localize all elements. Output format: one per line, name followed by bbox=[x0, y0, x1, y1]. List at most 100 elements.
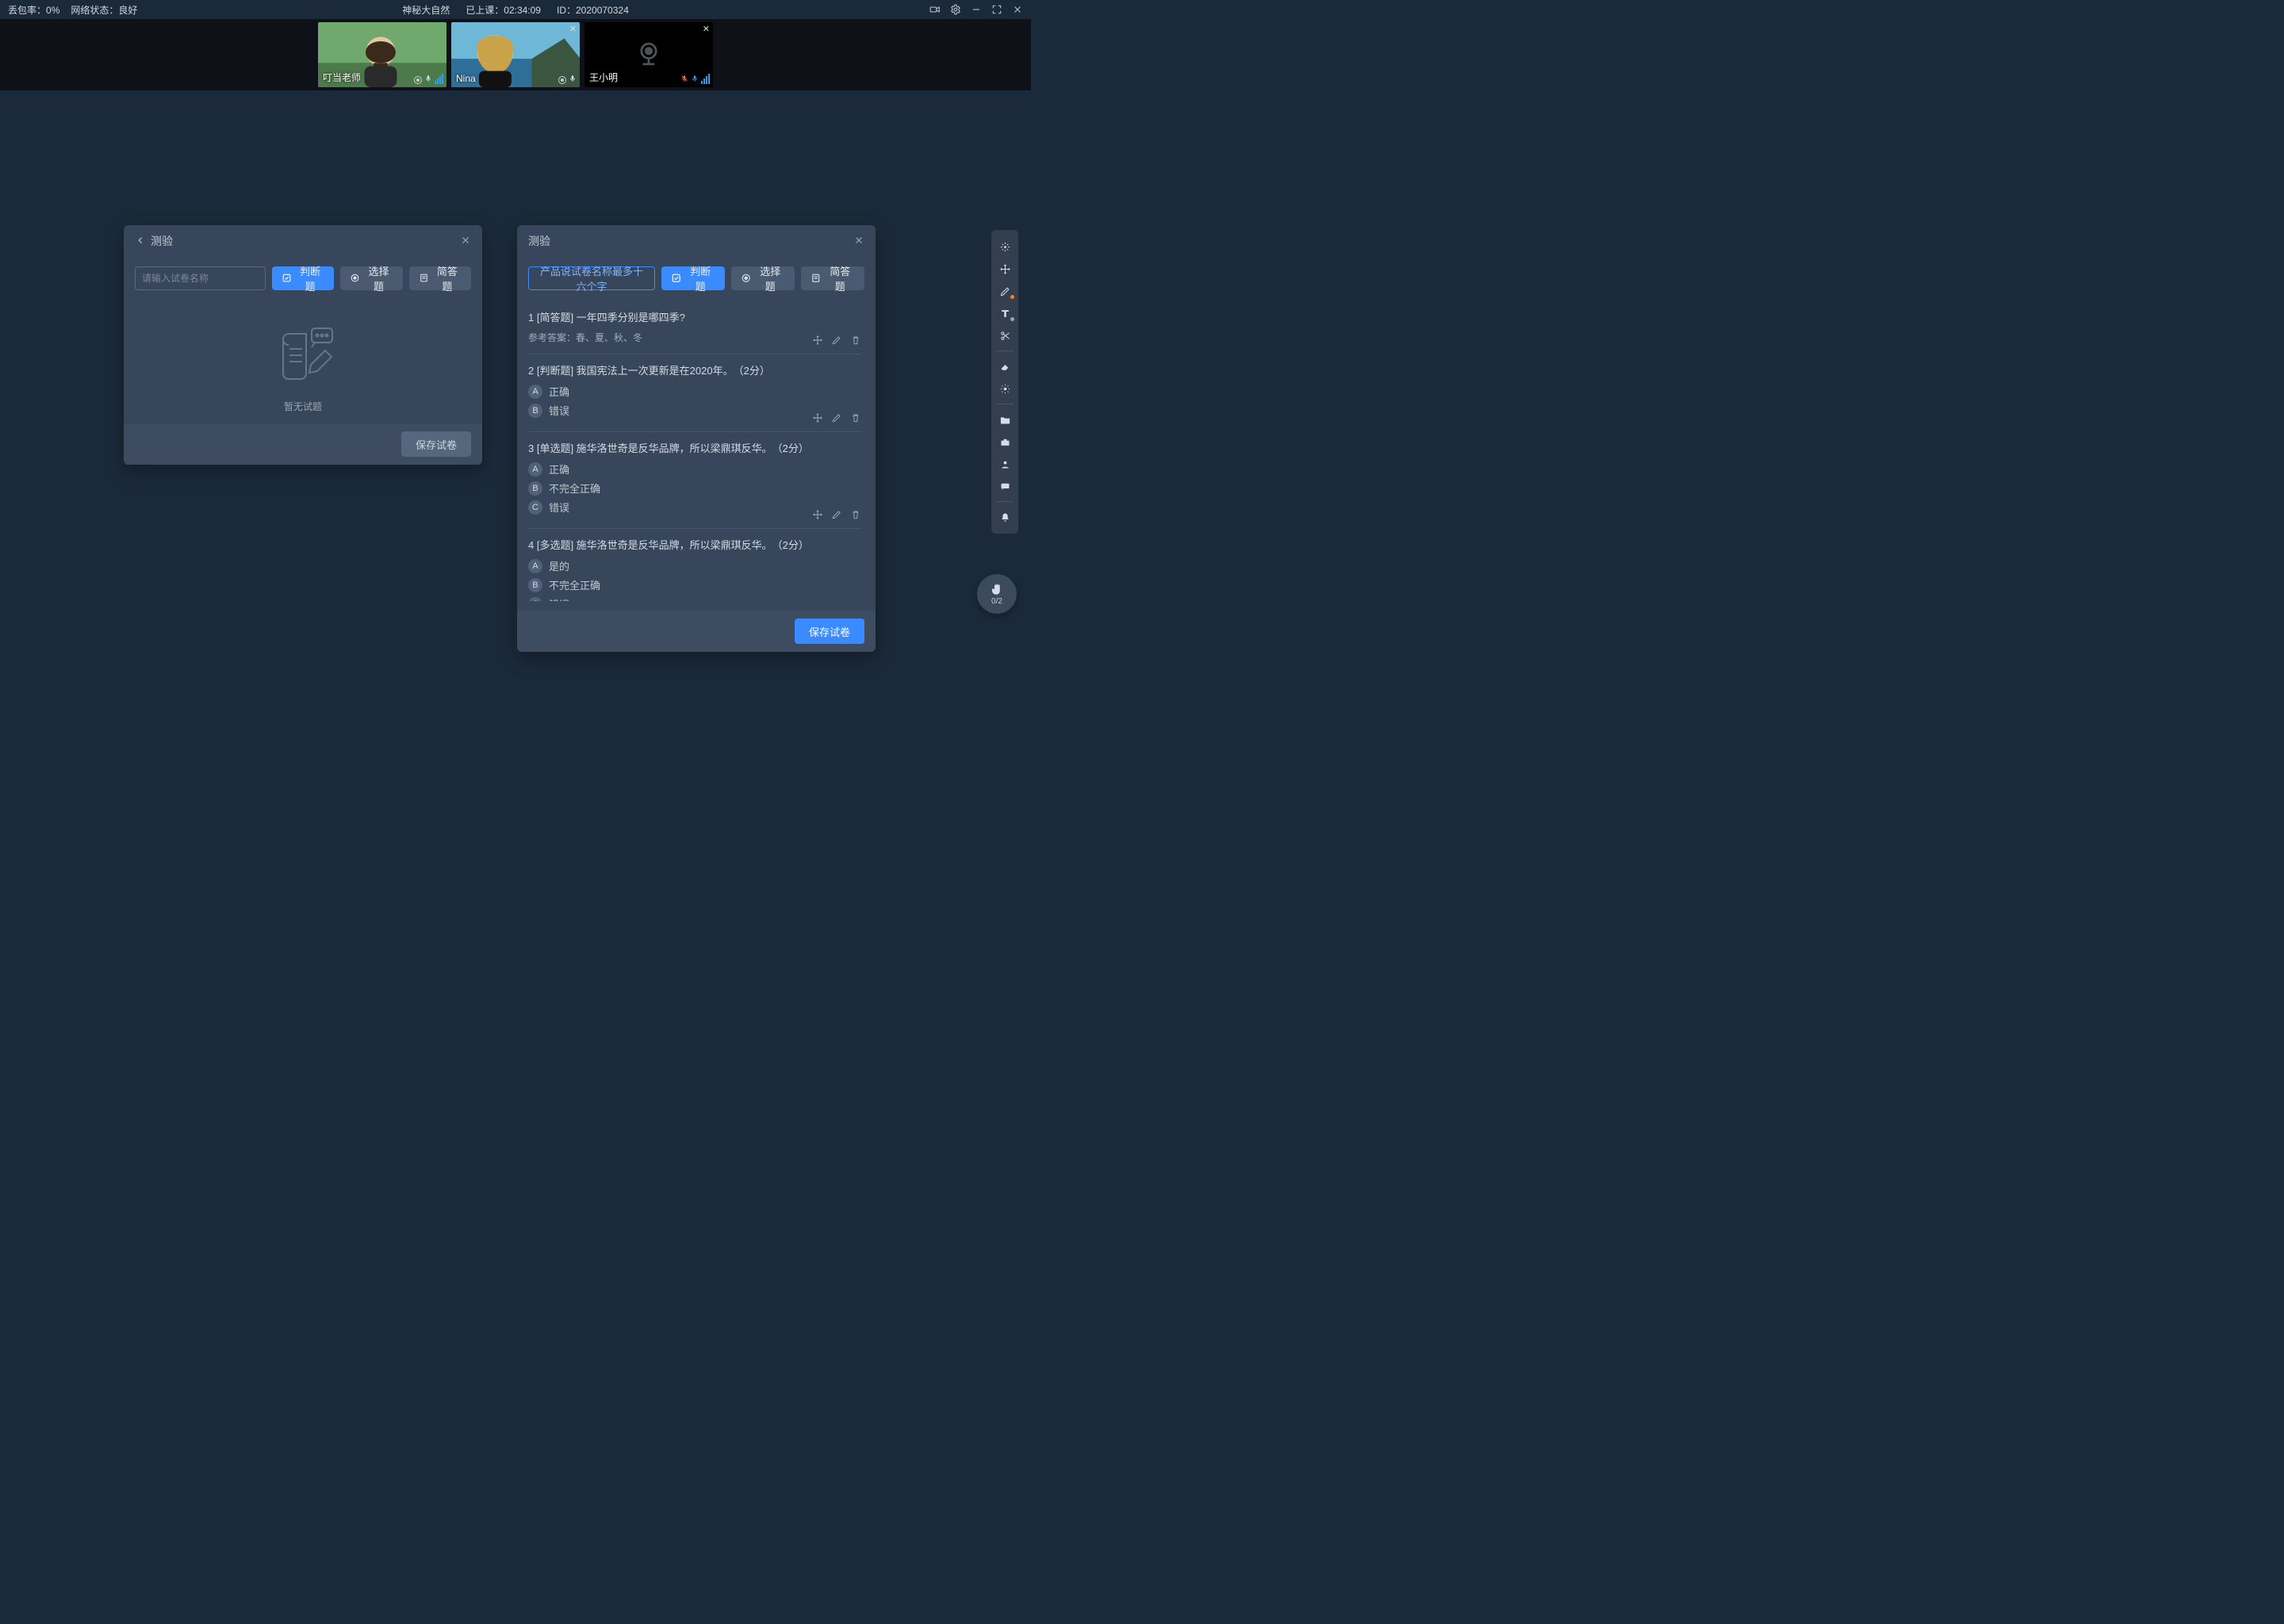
choice-icon bbox=[741, 273, 751, 284]
option-badge: A bbox=[528, 385, 542, 399]
question-tools bbox=[812, 412, 861, 423]
bell-icon[interactable] bbox=[993, 507, 1017, 527]
add-short-answer-button[interactable]: 简答题 bbox=[801, 266, 864, 290]
course-name: 神秘大自然 bbox=[402, 3, 450, 17]
fullscreen-icon[interactable] bbox=[991, 4, 1002, 15]
empty-state: 暂无试题 bbox=[135, 301, 471, 421]
question-item: 1 [简答题] 一年四季分别是哪四季? 参考答案：春、夏、秋、冬 bbox=[528, 301, 861, 354]
add-judge-button[interactable]: 判断题 bbox=[272, 266, 334, 290]
laser-tool-icon[interactable] bbox=[993, 378, 1017, 399]
question-option[interactable]: A正确 bbox=[528, 384, 861, 399]
elapsed-time: 已上课：02:34:09 bbox=[466, 3, 541, 17]
tile-close-icon[interactable]: ✕ bbox=[703, 24, 710, 34]
network-status: 网络状态：良好 bbox=[71, 3, 137, 17]
quiz-name-input[interactable] bbox=[135, 266, 266, 290]
choice-icon bbox=[350, 273, 360, 284]
chat-icon[interactable] bbox=[993, 476, 1017, 496]
add-choice-button[interactable]: 选择题 bbox=[340, 266, 402, 290]
minimize-icon[interactable] bbox=[971, 4, 982, 15]
edit-question-icon[interactable] bbox=[831, 335, 842, 346]
empty-text: 暂无试题 bbox=[284, 400, 322, 413]
participant-tile[interactable]: ✕ Nina bbox=[451, 22, 580, 87]
delete-question-icon[interactable] bbox=[850, 335, 861, 346]
question-title: 3 [单选题] 施华洛世奇是反华品牌，所以梁鼎琪反华。 （2分） bbox=[528, 440, 861, 455]
add-choice-button[interactable]: 选择题 bbox=[731, 266, 795, 290]
question-tools bbox=[812, 509, 861, 520]
mic-icon bbox=[691, 73, 699, 84]
participant-tile[interactable]: ✕ 王小明 bbox=[584, 22, 713, 87]
user-icon[interactable] bbox=[993, 454, 1017, 474]
judge-icon bbox=[671, 273, 681, 284]
tool-sidebar bbox=[991, 230, 1018, 534]
toolbox-icon[interactable] bbox=[993, 431, 1017, 452]
question-title: 1 [简答题] 一年四季分别是哪四季? bbox=[528, 309, 861, 324]
settings-icon[interactable] bbox=[950, 4, 961, 15]
quiz-panel-filled: 测验 产品说试卷名称最多十六个字 判断题 选择题 简答题 1 [简答题] 一年四… bbox=[517, 225, 876, 652]
question-item: 2 [判断题] 我国宪法上一次更新是在2020年。 （2分） A正确 B错误 bbox=[528, 354, 861, 432]
option-badge: C bbox=[528, 597, 542, 602]
question-item: 4 [多选题] 施华洛世奇是反华品牌，所以梁鼎琪反华。 （2分）A是的B不完全正… bbox=[528, 529, 861, 601]
question-answer: 参考答案：春、夏、秋、冬 bbox=[528, 331, 861, 344]
quiz-panel-empty: 测验 判断题 选择题 简答题 bbox=[124, 225, 482, 465]
raise-hand-button[interactable]: 0/2 bbox=[977, 574, 1017, 614]
panel-title: 测验 bbox=[151, 233, 460, 249]
camera-off-icon bbox=[631, 36, 666, 74]
add-judge-button[interactable]: 判断题 bbox=[661, 266, 725, 290]
question-option[interactable]: A正确 bbox=[528, 462, 861, 477]
record-indicator-icon bbox=[558, 76, 566, 84]
participant-name: Nina bbox=[456, 73, 476, 84]
question-option[interactable]: A是的 bbox=[528, 558, 861, 573]
question-option[interactable]: B不完全正确 bbox=[528, 577, 861, 592]
option-badge: C bbox=[528, 500, 542, 515]
participant-name: 王小明 bbox=[589, 71, 618, 84]
panel-title: 测验 bbox=[528, 233, 853, 249]
panel-close-icon[interactable] bbox=[853, 235, 864, 248]
back-icon[interactable] bbox=[135, 235, 146, 248]
panel-close-icon[interactable] bbox=[460, 235, 471, 248]
option-badge: B bbox=[528, 404, 542, 418]
folder-icon[interactable] bbox=[993, 409, 1017, 430]
add-short-answer-button[interactable]: 简答题 bbox=[409, 266, 471, 290]
participant-tile[interactable]: 叮当老师 bbox=[318, 22, 446, 87]
mic-icon bbox=[569, 73, 577, 84]
edit-question-icon[interactable] bbox=[831, 509, 842, 520]
edit-question-icon[interactable] bbox=[831, 412, 842, 423]
move-question-icon[interactable] bbox=[812, 335, 823, 346]
move-question-icon[interactable] bbox=[812, 509, 823, 520]
short-answer-icon bbox=[419, 273, 429, 284]
record-indicator-icon bbox=[414, 76, 422, 84]
top-bar: 丢包率：0% 网络状态：良好 神秘大自然 已上课：02:34:09 ID：202… bbox=[0, 0, 1031, 19]
volume-bars-icon bbox=[701, 73, 710, 84]
save-quiz-button[interactable]: 保存试卷 bbox=[795, 619, 864, 644]
question-item: 3 [单选题] 施华洛世奇是反华品牌，所以梁鼎琪反华。 （2分） A正确 B不完全正… bbox=[528, 432, 861, 529]
short-answer-icon bbox=[811, 273, 821, 284]
raise-hand-count: 0/2 bbox=[991, 597, 1002, 606]
question-option[interactable]: C错误 bbox=[528, 596, 861, 601]
judge-icon bbox=[282, 273, 292, 284]
question-option[interactable]: B不完全正确 bbox=[528, 481, 861, 496]
delete-question-icon[interactable] bbox=[850, 412, 861, 423]
tile-close-icon[interactable]: ✕ bbox=[569, 24, 577, 34]
packet-loss: 丢包率：0% bbox=[8, 3, 59, 17]
cursor-tool-icon[interactable] bbox=[993, 236, 1017, 257]
eraser-tool-icon[interactable] bbox=[993, 356, 1017, 377]
pen-tool-icon[interactable] bbox=[993, 281, 1017, 301]
question-title: 2 [判断题] 我国宪法上一次更新是在2020年。 （2分） bbox=[528, 362, 861, 377]
save-quiz-button[interactable]: 保存试卷 bbox=[401, 431, 471, 457]
close-icon[interactable] bbox=[1012, 4, 1023, 15]
mic-icon bbox=[424, 73, 432, 84]
volume-bars-icon bbox=[435, 73, 443, 84]
option-badge: A bbox=[528, 559, 542, 573]
option-badge: B bbox=[528, 481, 542, 496]
question-option[interactable]: B错误 bbox=[528, 403, 861, 418]
move-tool-icon[interactable] bbox=[993, 259, 1017, 279]
question-list[interactable]: 1 [简答题] 一年四季分别是哪四季? 参考答案：春、夏、秋、冬 2 [判断题] … bbox=[528, 301, 864, 601]
text-tool-icon[interactable] bbox=[993, 303, 1017, 324]
scissors-tool-icon[interactable] bbox=[993, 325, 1017, 346]
delete-question-icon[interactable] bbox=[850, 509, 861, 520]
quiz-name-display[interactable]: 产品说试卷名称最多十六个字 bbox=[528, 266, 655, 290]
move-question-icon[interactable] bbox=[812, 412, 823, 423]
question-option[interactable]: C错误 bbox=[528, 500, 861, 515]
video-row: 叮当老师 ✕ Nina ✕ 王小明 bbox=[0, 19, 1031, 90]
camera-toggle-icon[interactable] bbox=[929, 4, 941, 15]
